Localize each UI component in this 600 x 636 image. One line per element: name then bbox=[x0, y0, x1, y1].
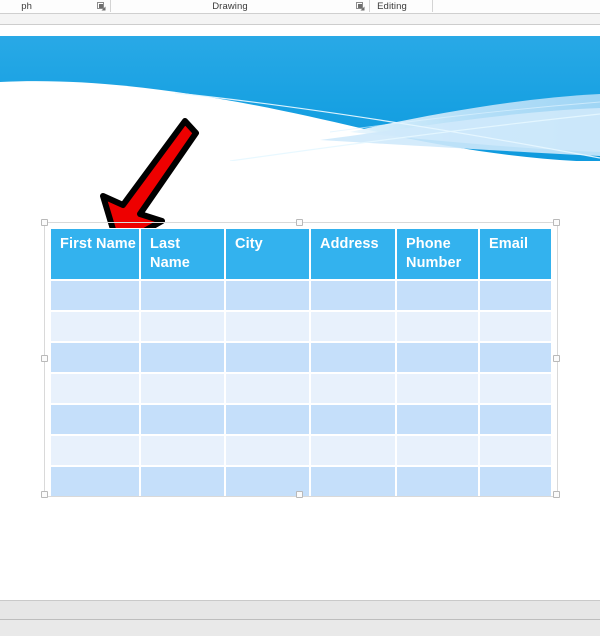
table-body bbox=[50, 280, 552, 498]
table-cell[interactable] bbox=[479, 466, 552, 498]
table-cell[interactable] bbox=[225, 311, 310, 343]
resize-handle-bottom-left[interactable] bbox=[41, 491, 48, 498]
ribbon-under-bar bbox=[0, 14, 600, 25]
table-cell[interactable] bbox=[225, 435, 310, 467]
paragraph-dialog-launcher-icon[interactable] bbox=[97, 1, 106, 11]
resize-handle-bottom-center[interactable] bbox=[296, 491, 303, 498]
table-cell[interactable] bbox=[310, 311, 396, 343]
table-row[interactable] bbox=[50, 373, 552, 405]
slide-canvas[interactable]: First Name Last Name City Address Phone … bbox=[0, 25, 600, 600]
table-cell[interactable] bbox=[140, 280, 225, 312]
table-cell[interactable] bbox=[479, 311, 552, 343]
table-cell[interactable] bbox=[479, 342, 552, 374]
table-row[interactable] bbox=[50, 404, 552, 436]
table-cell[interactable] bbox=[225, 373, 310, 405]
table-cell[interactable] bbox=[396, 466, 479, 498]
resize-handle-top-center[interactable] bbox=[296, 219, 303, 226]
table-cell[interactable] bbox=[140, 342, 225, 374]
ribbon-separator-3 bbox=[432, 0, 433, 12]
ribbon-group-drawing-label: Drawing bbox=[212, 1, 248, 12]
table-cell[interactable] bbox=[50, 311, 140, 343]
table-cell[interactable] bbox=[310, 373, 396, 405]
contacts-table[interactable]: First Name Last Name City Address Phone … bbox=[50, 228, 552, 498]
table-cell[interactable] bbox=[225, 342, 310, 374]
table-cell[interactable] bbox=[396, 342, 479, 374]
table-cell[interactable] bbox=[225, 280, 310, 312]
ribbon-group-editing-label: Editing bbox=[377, 1, 407, 12]
table-selection-container[interactable]: First Name Last Name City Address Phone … bbox=[41, 219, 560, 498]
status-bar-upper[interactable] bbox=[0, 601, 600, 620]
resize-handle-bottom-right[interactable] bbox=[553, 491, 560, 498]
table-cell[interactable] bbox=[310, 435, 396, 467]
table-cell[interactable] bbox=[140, 373, 225, 405]
table-row[interactable] bbox=[50, 435, 552, 467]
table-cell[interactable] bbox=[50, 280, 140, 312]
table-header-cell-city[interactable]: City bbox=[225, 228, 310, 281]
table-cell[interactable] bbox=[479, 373, 552, 405]
table-header-cell-email[interactable]: Email bbox=[479, 228, 552, 281]
table-header-cell-last-name[interactable]: Last Name bbox=[140, 228, 225, 281]
resize-handle-top-right[interactable] bbox=[553, 219, 560, 226]
table-cell[interactable] bbox=[50, 466, 140, 498]
ribbon-group-drawing: Drawing bbox=[150, 0, 310, 13]
table-row[interactable] bbox=[50, 280, 552, 312]
table-row[interactable] bbox=[50, 311, 552, 343]
resize-handle-top-left[interactable] bbox=[41, 219, 48, 226]
powerpoint-window: ph Drawing Editing First Name Last Name … bbox=[0, 0, 600, 636]
table-cell[interactable] bbox=[310, 404, 396, 436]
ribbon-separator-1 bbox=[110, 0, 111, 12]
table-header-cell-first-name[interactable]: First Name bbox=[50, 228, 140, 281]
ribbon-group-paragraph-label: ph bbox=[21, 1, 32, 12]
table-cell[interactable] bbox=[479, 404, 552, 436]
status-bar-lower[interactable] bbox=[0, 620, 600, 636]
table-cell[interactable] bbox=[50, 342, 140, 374]
table-cell[interactable] bbox=[140, 435, 225, 467]
table-cell[interactable] bbox=[479, 435, 552, 467]
table-cell[interactable] bbox=[50, 404, 140, 436]
table-header-cell-address[interactable]: Address bbox=[310, 228, 396, 281]
table-cell[interactable] bbox=[310, 280, 396, 312]
table-header-row: First Name Last Name City Address Phone … bbox=[50, 228, 552, 281]
resize-handle-middle-left[interactable] bbox=[41, 355, 48, 362]
table-cell[interactable] bbox=[140, 404, 225, 436]
table-header-cell-phone-number[interactable]: Phone Number bbox=[396, 228, 479, 281]
table-cell[interactable] bbox=[396, 280, 479, 312]
table-cell[interactable] bbox=[310, 466, 396, 498]
table-cell[interactable] bbox=[396, 373, 479, 405]
table-cell[interactable] bbox=[396, 435, 479, 467]
table-row[interactable] bbox=[50, 342, 552, 374]
ribbon-group-editing: Editing bbox=[355, 0, 429, 13]
table-cell[interactable] bbox=[396, 311, 479, 343]
slide-workspace: First Name Last Name City Address Phone … bbox=[0, 25, 600, 600]
table-cell[interactable] bbox=[140, 466, 225, 498]
table-cell[interactable] bbox=[225, 404, 310, 436]
resize-handle-middle-right[interactable] bbox=[553, 355, 560, 362]
table-cell[interactable] bbox=[396, 404, 479, 436]
table-cell[interactable] bbox=[479, 280, 552, 312]
table-cell[interactable] bbox=[310, 342, 396, 374]
ribbon-group-paragraph: ph bbox=[0, 0, 32, 13]
table-cell[interactable] bbox=[50, 373, 140, 405]
ribbon-strip: ph Drawing Editing bbox=[0, 0, 600, 13]
table-cell[interactable] bbox=[140, 311, 225, 343]
table-cell[interactable] bbox=[50, 435, 140, 467]
